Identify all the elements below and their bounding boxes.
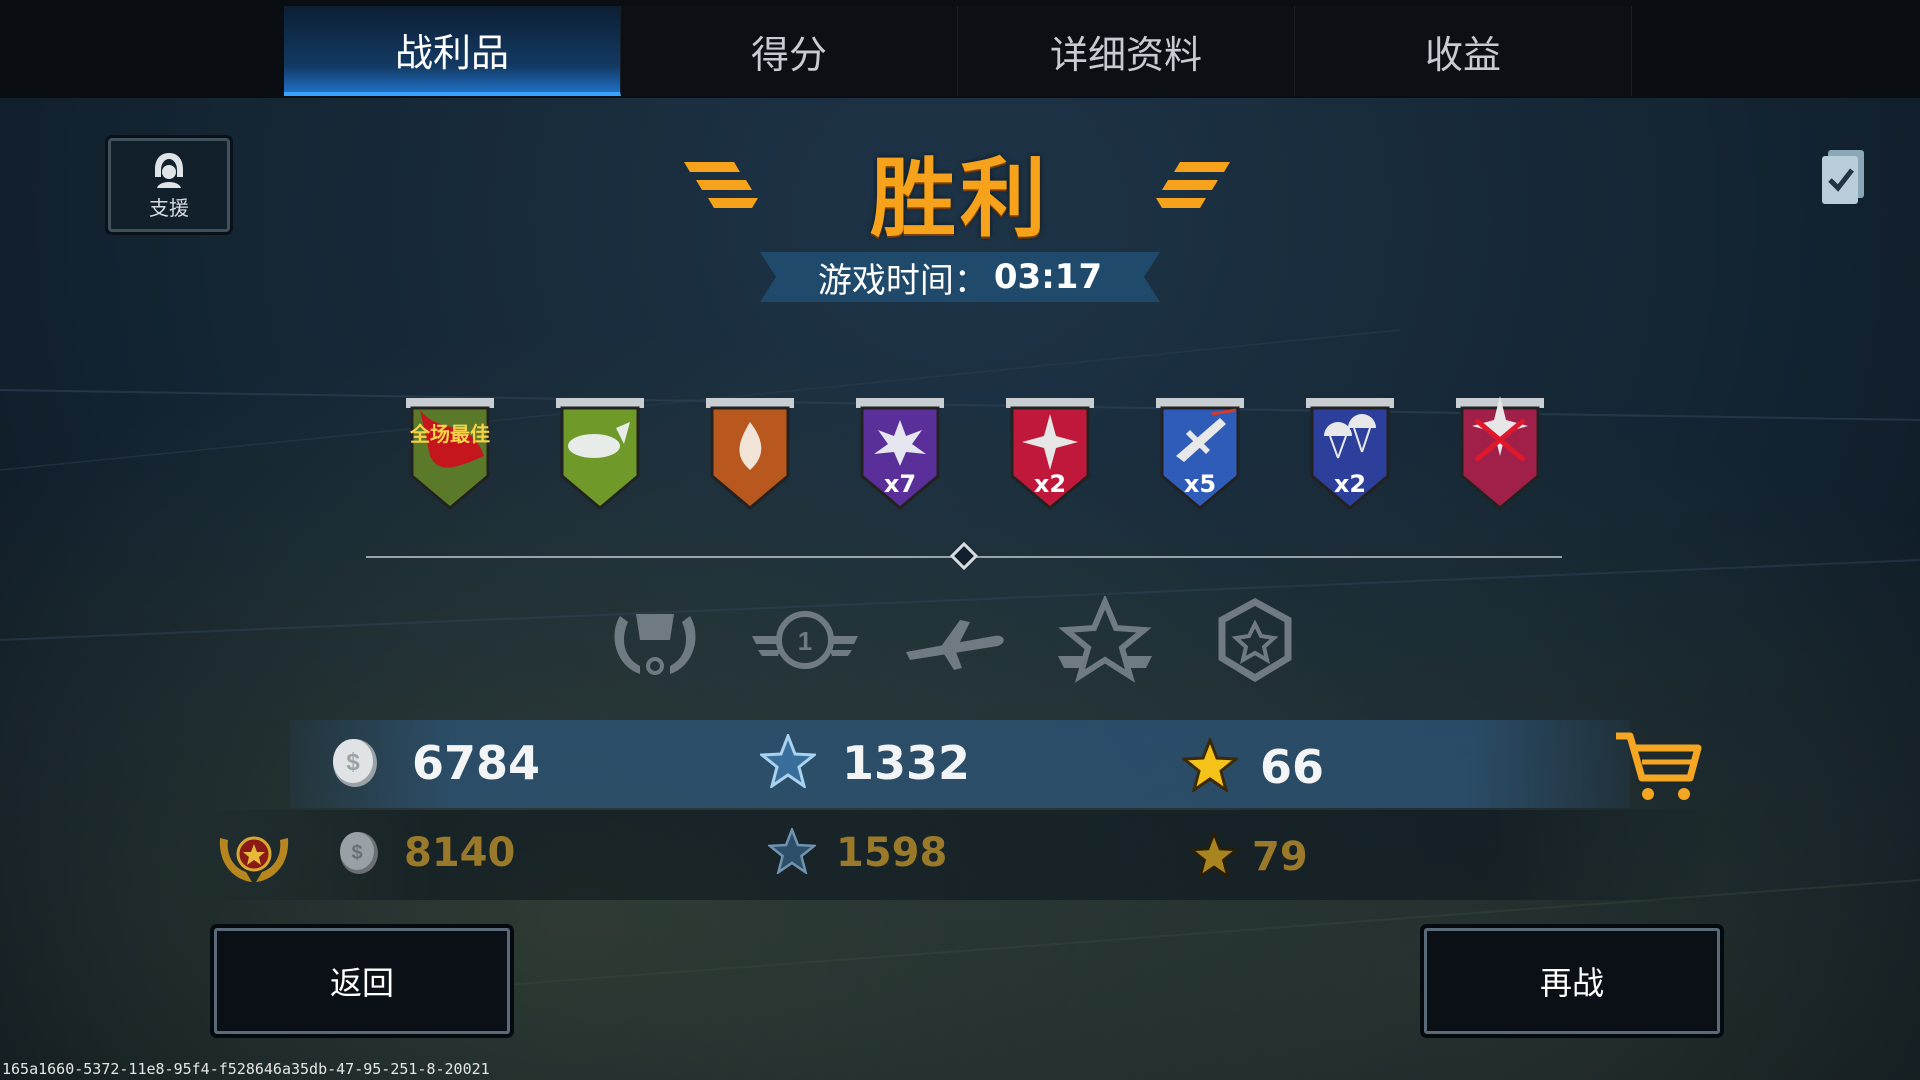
tabs: 战利品 得分 详细资料 收益 [284, 6, 1634, 96]
best-player-text: 全场最佳 [410, 422, 490, 446]
replay-button[interactable]: 再战 [1424, 928, 1720, 1034]
premium-gold-stars-value: 79 [1252, 834, 1308, 880]
pilot-helmet-icon [155, 152, 183, 188]
star-hit-multiplier: x2 [1033, 470, 1067, 498]
tab-details[interactable]: 详细资料 [958, 6, 1295, 96]
tab-earnings[interactable]: 收益 [1295, 6, 1632, 96]
plane-kill-multiplier: x5 [1183, 470, 1217, 498]
tab-bar: 战利品 得分 详细资料 收益 [0, 0, 1920, 98]
result-title: 胜利 [870, 149, 1050, 249]
clipboard-check-icon[interactable] [1818, 146, 1870, 206]
explosion-medal[interactable]: x7 [850, 396, 950, 516]
cart-icon[interactable] [1612, 730, 1704, 804]
game-time-label: 游戏时间： [817, 260, 988, 301]
premium-xp-value: 1598 [836, 830, 948, 876]
right-chevron-decoration [1156, 162, 1230, 208]
explosion-multiplier: x7 [883, 470, 917, 498]
gold-star-icon [1182, 738, 1238, 792]
crossed-star-medal[interactable] [1450, 396, 1550, 516]
bomb-medal[interactable] [550, 396, 650, 516]
silver-coin-icon: $ [333, 739, 377, 787]
premium-gold-star-icon [1190, 832, 1238, 878]
wreath-badge-icon [614, 614, 696, 675]
fire-medal[interactable] [700, 396, 800, 516]
svg-text:$: $ [351, 842, 362, 864]
premium-silver-coin-icon: $ [340, 832, 378, 874]
left-chevron-decoration [684, 162, 758, 208]
support-label: 支援 [149, 195, 189, 220]
medals-row: 全场最佳 x7 x2 x5 x2 [400, 396, 1560, 526]
parachute-medal[interactable]: x2 [1300, 396, 1400, 516]
hexagon-star-icon [1218, 598, 1292, 683]
plane-icon [906, 620, 1004, 670]
silver-value: 6784 [412, 736, 541, 790]
back-button[interactable]: 返回 [214, 928, 510, 1034]
session-id-text: 165a1660-5372-11e8-95f4-f528646a35db-47-… [2, 1060, 490, 1078]
svg-text:$: $ [346, 749, 360, 776]
xp-star-icon [760, 734, 816, 788]
divider-diamond [949, 541, 979, 571]
svg-text:1: 1 [798, 626, 812, 656]
rank-icons: 1 [600, 596, 1292, 686]
tab-loot[interactable]: 战利品 [284, 6, 621, 96]
support-button[interactable]: 支援 [108, 138, 230, 232]
best-player-medal[interactable]: 全场最佳 [400, 396, 500, 516]
winged-star-badge-icon: 1 [752, 611, 858, 669]
premium-wings-icon [219, 836, 289, 882]
plane-kill-medal[interactable]: x5 [1150, 396, 1250, 516]
premium-silver-value: 8140 [404, 830, 516, 876]
game-time-value: 03:17 [993, 257, 1103, 297]
gold-stars-value: 66 [1260, 740, 1325, 794]
xp-value: 1332 [842, 736, 971, 790]
star-hit-medal[interactable]: x2 [1000, 396, 1100, 516]
game-time-banner: 游戏时间： 03:17 [760, 252, 1160, 302]
parachute-multiplier: x2 [1333, 470, 1367, 498]
tab-score[interactable]: 得分 [621, 6, 958, 96]
star-banner-icon [1058, 596, 1152, 683]
premium-xp-star-icon [768, 828, 816, 874]
